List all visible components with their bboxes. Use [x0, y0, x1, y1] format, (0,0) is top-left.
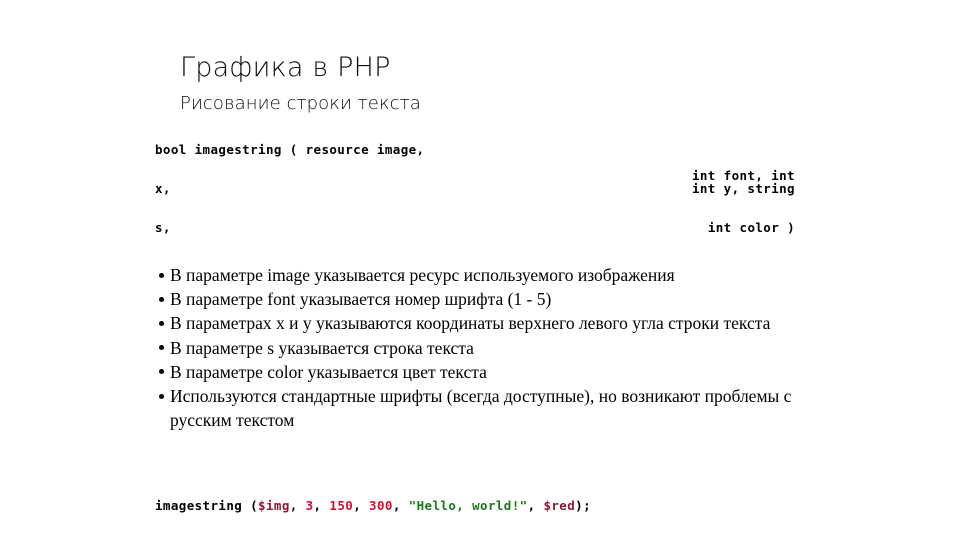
code-example: imagestring ($img, 3, 150, 300, "Hello, … [155, 498, 591, 513]
list-item: В параметре font указывается номер шрифт… [152, 287, 792, 311]
signature-row: x, int y, string [155, 181, 795, 220]
code-token-num: 150 [329, 498, 354, 513]
code-token-var: $img [258, 498, 290, 513]
code-token-str: "Hello, world!" [408, 498, 528, 513]
list-item: Используются стандартные шрифты (всегда … [152, 384, 792, 432]
signature-row: bool imagestring ( resource image, int f… [155, 142, 795, 183]
function-signature: bool imagestring ( resource image, int f… [155, 142, 795, 259]
list-item: В параметрах x и y указываются координат… [152, 311, 792, 335]
bullet-list: В параметре image указывается ресурс исп… [152, 263, 792, 432]
list-item-label: В параметре color указывается цвет текст… [170, 361, 487, 382]
bullet-icon [159, 272, 164, 278]
list-item-label: В параметре font указывается номер шрифт… [170, 289, 552, 310]
list-item-label: Используются стандартные шрифты (всегда … [170, 386, 792, 431]
code-token-var: $red [543, 498, 576, 513]
code-token-punct: ( [250, 498, 259, 513]
signature-right: int color ) [707, 220, 795, 235]
code-token-num: 3 [305, 498, 314, 513]
list-item-label: В параметре image указывается ресурс исп… [170, 265, 675, 285]
code-token-punct: ); [575, 498, 591, 513]
code-token-punct: , [392, 498, 409, 513]
signature-row: s, int color ) [155, 220, 795, 259]
signature-right: int y, string [691, 181, 795, 196]
signature-left: x, [155, 181, 171, 196]
code-token-num: 300 [369, 498, 393, 513]
code-token-punct: , [313, 498, 330, 513]
list-item: В параметре color указывается цвет текст… [152, 360, 792, 384]
code-token-fn: imagestring [155, 498, 251, 513]
code-token-punct: , [353, 498, 370, 513]
page-title: Графика в PHP [180, 52, 391, 83]
bullet-icon [159, 296, 164, 302]
signature-left: bool imagestring ( resource image, [155, 142, 425, 157]
page-subtitle: Рисование строки текста [180, 93, 421, 114]
bullet-icon [159, 320, 164, 326]
list-item-label: В параметре s указывается строка текста [170, 337, 474, 358]
presentation-slide: Графика в PHP Рисование строки текста bo… [0, 0, 960, 540]
signature-left: s, [155, 220, 171, 235]
code-token-punct: , [289, 498, 306, 513]
list-item-label: В параметрах x и y указываются координат… [170, 313, 771, 334]
list-item: В параметре image указывается ресурс исп… [152, 263, 792, 287]
bullet-icon [159, 393, 164, 399]
list-item: В параметре s указывается строка текста [152, 336, 792, 360]
code-token-punct: , [527, 498, 544, 513]
